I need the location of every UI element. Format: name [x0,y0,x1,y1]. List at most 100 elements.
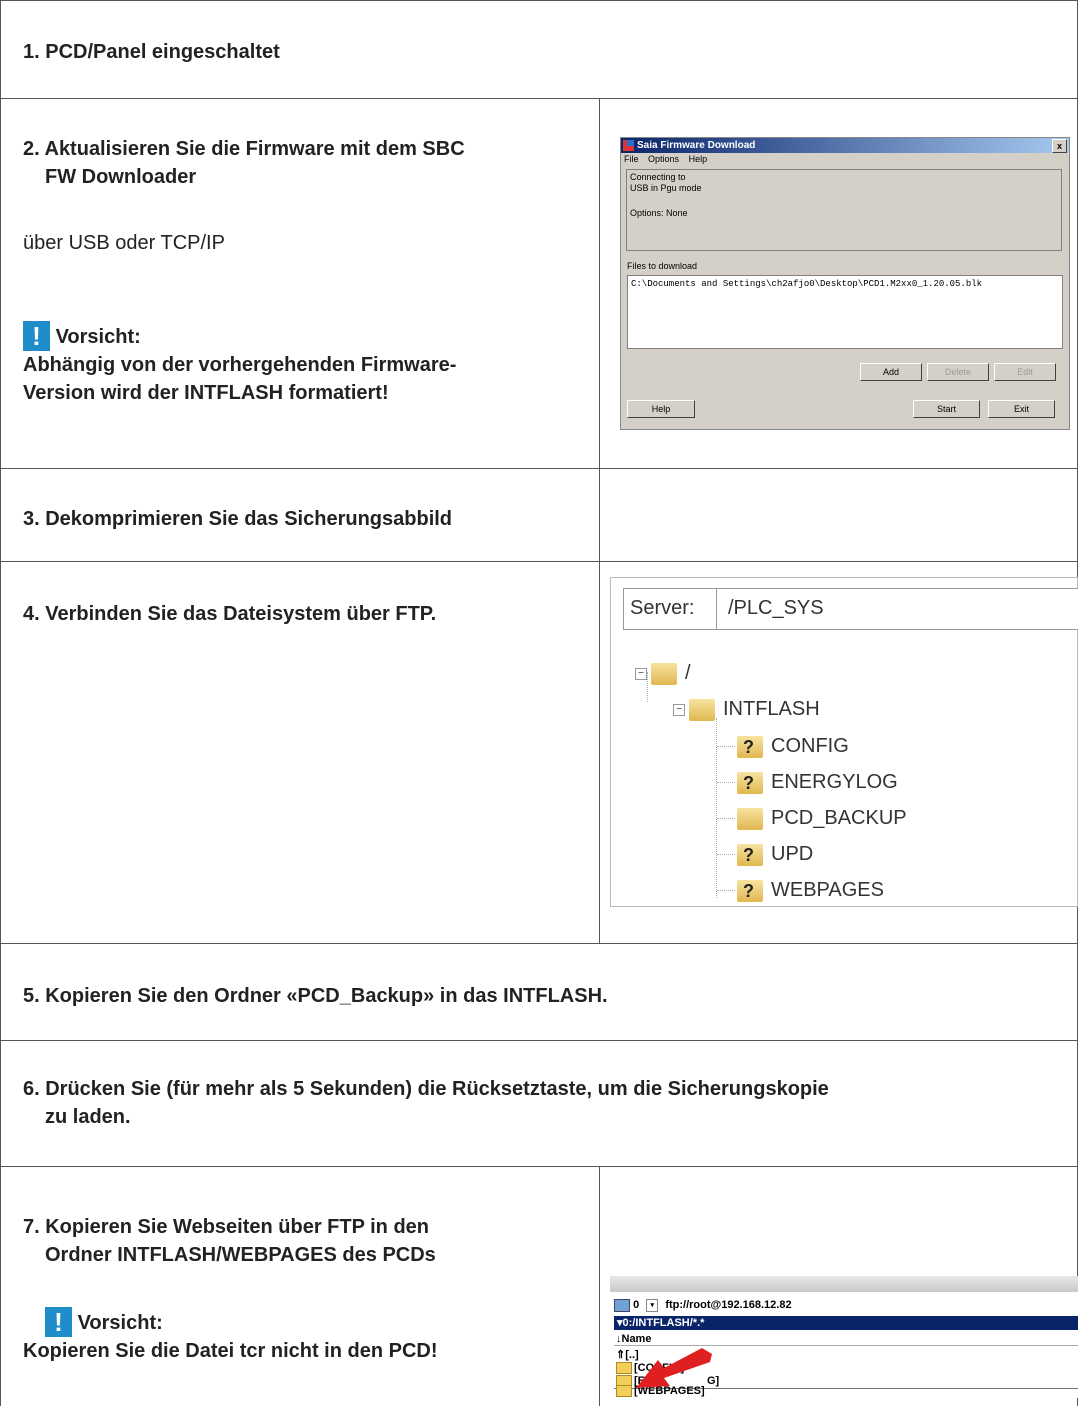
up-dir-icon: ⇑ [616,1349,626,1361]
ftp-url: ftp://root@192.168.12.82 [665,1299,792,1311]
step-2-warning: ! Vorsicht: Abhängig von der vorhergehen… [23,321,456,407]
step-7-line1: 7. Kopieren Sie Webseiten über FTP in de… [23,1216,430,1238]
unknown-folder-icon: ? [737,843,763,866]
warning-icon: ! [45,1307,72,1337]
tree-line [716,718,717,898]
exit-button[interactable]: Exit [988,400,1055,418]
folder-icon [651,662,677,685]
step-7-warning: ! Vorsicht: Kopieren Sie die Datei tcr n… [23,1307,438,1365]
menu-help[interactable]: Help [689,154,708,164]
collapse-icon[interactable]: − [635,667,647,680]
warning-line1: Abhängig von der vorhergehenden Firmware… [23,354,457,376]
step-7-title: 7. Kopieren Sie Webseiten über FTP in de… [23,1213,436,1269]
ftp-file-panel: 0 ▾ ftp://root@192.168.12.82 ▾0:/INTFLAS… [610,1276,1078,1398]
server-separator [716,589,717,629]
tree-line [717,782,735,783]
tree-node-label: PCD_BACKUP [771,807,907,829]
warning-icon: ! [23,321,50,351]
menu-options[interactable]: Options [648,154,679,164]
edit-button[interactable]: Edit [994,363,1056,381]
warning-label: Vorsicht: [77,1312,163,1334]
folder-icon [616,1385,632,1398]
server-bar: Server: /PLC_SYS [623,588,1078,630]
step-5-row: 5. Kopieren Sie den Ordner «PCD_Backup» … [0,943,1078,1041]
window-title: Saia Firmware Download [637,140,756,151]
tree-node-energylog[interactable]: ? ENERGYLOG [737,769,898,795]
column-divider [599,99,600,468]
file-entry[interactable]: C:\Documents and Settings\ch2afjo0\Deskt… [631,279,1059,289]
step-6-line1: 6. Drücken Sie (für mehr als 5 Sekunden)… [23,1078,829,1100]
firmware-download-window: Saia Firmware Download x File Options He… [620,137,1070,430]
folder-icon [616,1362,632,1375]
step-3-text: 3. Dekomprimieren Sie das Sicherungsabbi… [23,508,453,530]
start-button[interactable]: Start [913,400,980,418]
server-path[interactable]: /PLC_SYS [728,597,824,620]
drive-selector[interactable]: 0 ▾ ftp://root@192.168.12.82 [614,1296,792,1314]
folder-icon [737,807,763,830]
menu-file[interactable]: File [624,154,639,164]
step-2-title: 2. Aktualisieren Sie die Firmware mit de… [23,135,465,191]
tree-node-label: CONFIG [771,735,849,757]
tree-line [717,854,735,855]
drive-icon [614,1298,630,1312]
status-line1: Connecting to [630,172,686,182]
collapse-icon[interactable]: − [673,703,685,716]
status-options: Options: None [630,208,688,218]
instruction-document: 1. PCD/Panel eingeschaltet 2. Aktualisie… [0,0,1078,1406]
tree-node-label: UPD [771,843,814,865]
drive-label: 0 [633,1299,640,1311]
files-label: Files to download [627,261,698,271]
step-6-line2: zu laden. [45,1106,131,1128]
menu-bar: File Options Help [621,153,1069,166]
toolbar-strip [610,1276,1078,1292]
tree-node-pcd-backup[interactable]: PCD_BACKUP [737,805,907,831]
warning-label: Vorsicht: [55,326,141,348]
tree-line [717,746,735,747]
tree-node-label: WEBPAGES [771,879,884,901]
tree-node-label: ENERGYLOG [771,771,898,793]
column-divider [599,469,600,561]
tree-node-upd[interactable]: ? UPD [737,841,813,867]
delete-button[interactable]: Delete [927,363,989,381]
step-1-row: 1. PCD/Panel eingeschaltet [0,0,1078,99]
unknown-folder-icon: ? [737,735,763,758]
server-label: Server: [630,597,695,619]
step-4-text: 4. Verbinden Sie das Dateisystem über FT… [23,603,437,625]
warning-line2: Version wird der INTFLASH formatiert! [23,382,389,404]
tree-node-label: INTFLASH [723,698,820,720]
step-2-title-line2: FW Downloader [45,166,197,188]
chevron-down-icon[interactable]: ▾ [646,1298,659,1312]
step-1-text: 1. PCD/Panel eingeschaltet [23,41,280,63]
unknown-folder-icon: ? [737,771,763,794]
step-5-text: 5. Kopieren Sie den Ordner «PCD_Backup» … [23,985,608,1007]
step-3-row: 3. Dekomprimieren Sie das Sicherungsabbi… [0,468,1078,562]
tree-node-intflash[interactable]: − INTFLASH [673,696,820,722]
red-arrow-icon [636,1348,712,1388]
close-icon[interactable]: x [1052,139,1067,153]
step-2-subtitle: über USB oder TCP/IP [23,232,225,254]
tree-node-config[interactable]: ? CONFIG [737,733,849,759]
status-line2: USB in Pgu mode [630,183,702,193]
window-title-bar: Saia Firmware Download x [621,138,1069,153]
column-header-name[interactable]: ↓Name [614,1332,1078,1346]
step-7-line2: Ordner INTFLASH/WEBPAGES des PCDs [45,1244,436,1266]
folder-icon [689,698,715,721]
add-button[interactable]: Add [860,363,922,381]
files-list[interactable]: C:\Documents and Settings\ch2afjo0\Deskt… [627,275,1063,349]
help-button[interactable]: Help [627,400,695,418]
step-6-text: 6. Drücken Sie (für mehr als 5 Sekunden)… [23,1075,829,1131]
tree-node-webpages[interactable]: ? WEBPAGES [737,877,884,903]
column-divider [599,1167,600,1406]
ftp-tree-panel: Server: /PLC_SYS − / − INTFLASH ? CONFIG ? E… [610,577,1078,907]
current-path[interactable]: ▾0:/INTFLASH/*.* [614,1316,1078,1330]
unknown-folder-icon: ? [737,879,763,902]
warning-text: Kopieren Sie die Datei tcr nicht in den … [23,1340,438,1362]
tree-line [717,818,735,819]
saia-logo-icon [623,140,634,151]
step-2-title-line1: 2. Aktualisieren Sie die Firmware mit de… [23,138,465,160]
connection-status-box: Connecting to USB in Pgu mode Options: N… [626,169,1062,251]
tree-node-root[interactable]: − / [635,660,691,686]
tree-node-label: / [685,662,691,684]
column-divider [599,562,600,943]
step-6-row: 6. Drücken Sie (für mehr als 5 Sekunden)… [0,1040,1078,1167]
